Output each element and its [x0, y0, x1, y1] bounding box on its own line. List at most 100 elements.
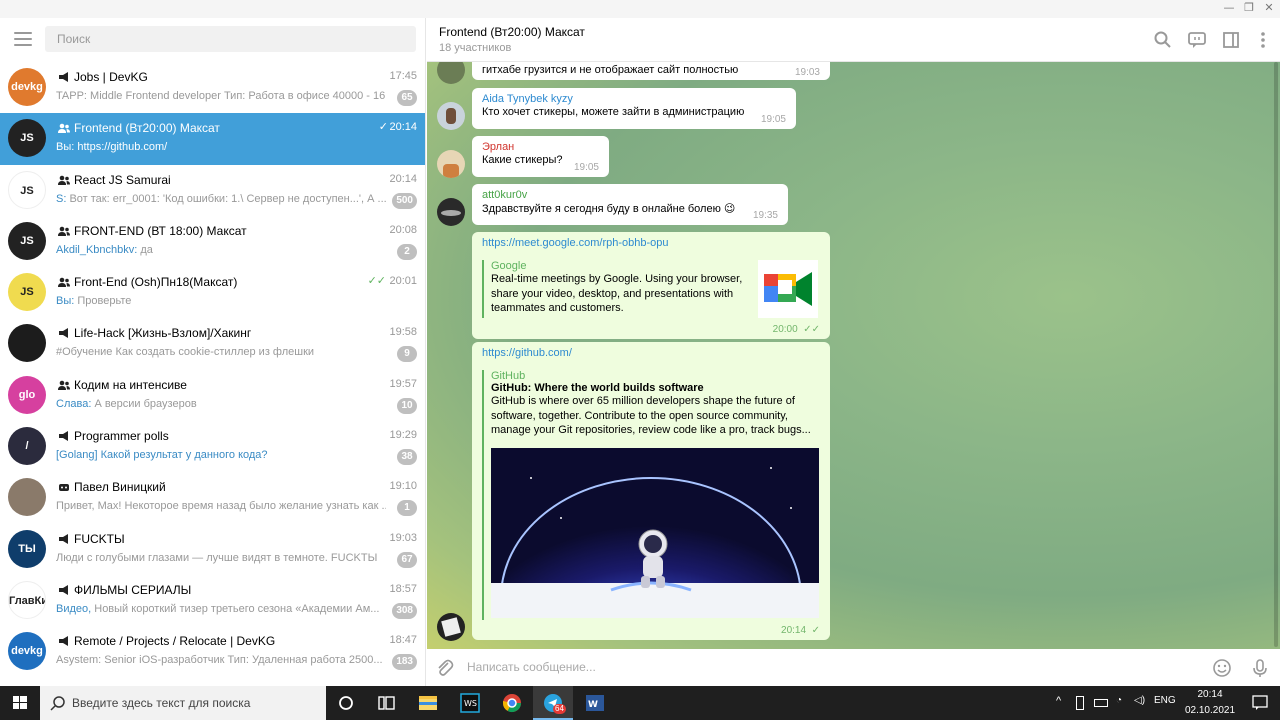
chat-list-item[interactable]: ТЫ FUCKТЫ 19:03 Люди с голубыми глазами — л…	[0, 524, 425, 575]
chat-avatar[interactable]: ТЫ	[8, 529, 46, 568]
chat-avatar[interactable]: JS	[8, 221, 46, 260]
message-link[interactable]: https://github.com/	[482, 347, 820, 359]
tray-time[interactable]: 20:14	[1192, 689, 1228, 700]
taskbar-search[interactable]	[40, 686, 326, 720]
message-link[interactable]: https://meet.google.com/rph-obhb-opu	[482, 237, 820, 249]
webstorm-icon[interactable]: WS	[450, 686, 490, 720]
chat-list-item[interactable]: devkg Remote / Projects / Relocate | DevK…	[0, 626, 425, 677]
message-author[interactable]: att0kur0v	[482, 189, 778, 201]
group-icon	[58, 277, 70, 288]
word-icon[interactable]: W	[575, 686, 615, 720]
message-time: 19:35	[752, 210, 778, 221]
github-preview-image[interactable]	[491, 448, 819, 618]
tray-wifi-icon[interactable]: ◔	[1116, 695, 1122, 706]
chat-name: Remote / Projects / Relocate | DevKG	[74, 634, 276, 649]
search-icon[interactable]	[1153, 30, 1173, 50]
message-bubble[interactable]: att0kur0v Здравствуйте я сегодня буду в …	[472, 184, 788, 225]
attach-icon[interactable]	[435, 658, 455, 678]
window-titlebar: — ❐ ✕	[0, 0, 1280, 18]
message-bubble[interactable]: Aida Tynybek kyzy Кто хочет стикеры, мож…	[472, 88, 796, 129]
tray-volume-icon[interactable]: ◁)	[1134, 695, 1145, 706]
channel-icon	[59, 328, 68, 339]
chat-time: 20:01	[389, 275, 417, 288]
chat-list-item[interactable]: JS React JS Samurai 20:14 S: Вот так: err_0…	[0, 165, 425, 216]
language-indicator[interactable]: ENG	[1154, 695, 1176, 706]
chat-time: 20:14	[389, 121, 417, 134]
sidebar-toggle-icon[interactable]	[1221, 30, 1241, 50]
telegram-taskbar-button[interactable]: 64	[533, 686, 573, 720]
link-preview[interactable]: Google Real-time meetings by Google. Usi…	[482, 260, 822, 318]
tray-chevron-icon[interactable]: ^	[1056, 695, 1061, 707]
chat-avatar[interactable]: JS	[8, 170, 46, 209]
search-icon	[50, 696, 65, 711]
minimize-button[interactable]: —	[1218, 0, 1240, 18]
message-text: гитхабе грузится и не отображает сайт по…	[482, 64, 739, 76]
preview-description: GitHub is where over 65 million develope…	[491, 395, 795, 407]
chat-title[interactable]: Frontend (Вт20:00) Максат	[439, 25, 585, 39]
chat-list-item[interactable]: devkg Jobs | DevKG 17:45 TAPP: Middle Front…	[0, 62, 425, 113]
chat-avatar[interactable]: JS	[8, 119, 46, 158]
chat-avatar[interactable]: /	[8, 427, 46, 466]
chat-list-item[interactable]: Life-Hack [Жизнь-Взлом]/Хакинг 19:58 #Обуч…	[0, 318, 425, 369]
tray-battery-icon[interactable]	[1094, 699, 1108, 707]
message-area[interactable]: гитхабе грузится и не отображает сайт по…	[427, 62, 1280, 649]
sender-avatar[interactable]	[437, 198, 465, 226]
chat-list-item[interactable]: JS Frontend (Вт20:00) Максат ✓ 20:14 Вы: htt…	[0, 113, 425, 165]
tray-usb-icon[interactable]	[1076, 696, 1084, 710]
windows-start-icon[interactable]	[0, 686, 40, 720]
message-author[interactable]: Aida Tynybek kyzy	[482, 93, 786, 105]
preview-site-name: GitHub	[491, 370, 526, 382]
chat-avatar[interactable]: devkg	[8, 68, 46, 106]
preview-author: Слава:	[56, 397, 95, 410]
chrome-icon[interactable]	[492, 686, 532, 720]
chat-list-item[interactable]: JS FRONT-END (ВТ 18:00) Максат 20:08 Akdil_…	[0, 216, 425, 267]
chat-preview: Asystem: Senior iOS-разработчик Тип: Уда…	[56, 654, 386, 666]
menu-icon[interactable]	[14, 32, 32, 46]
chat-list-item[interactable]: ГлавКиноФИЛЬМЫ СЕРИАЛЫ18:57Видео, Новый …	[0, 575, 425, 626]
taskbar-search-input[interactable]	[72, 694, 322, 712]
chat-preview: Привет, Max! Некоторое время назад было …	[56, 500, 386, 512]
chat-list-item[interactable]: / Programmer polls 19:29 [Golang] Какой рез…	[0, 421, 425, 472]
tray-date[interactable]: 02.10.2021	[1184, 705, 1236, 716]
chat-avatar[interactable]	[8, 324, 46, 363]
file-explorer-icon[interactable]	[408, 686, 448, 720]
emoji-icon[interactable]	[1212, 658, 1232, 678]
message-author[interactable]: Эрлан	[482, 141, 599, 153]
video-chat-icon[interactable]	[1187, 30, 1207, 50]
task-view-icon[interactable]	[366, 686, 406, 720]
link-preview[interactable]: GitHub GitHub: Where the world builds so…	[482, 370, 822, 620]
chat-avatar[interactable]: ГлавКино	[8, 580, 46, 619]
more-icon[interactable]	[1253, 30, 1273, 50]
read-check-icon: ✓✓	[803, 324, 820, 335]
telegram-unread-badge: 64	[553, 704, 566, 714]
message-bubble[interactable]: гитхабе грузится и не отображает сайт по…	[472, 62, 830, 80]
sender-avatar[interactable]	[437, 150, 465, 178]
preview-text: Вот так: err_0001: 'Код ошибки: 1.\ Серв…	[69, 192, 386, 205]
chat-list-item[interactable]: glo Кодим на интенсиве 19:57 Слава: А верси…	[0, 370, 425, 421]
chat-list-item[interactable]: JS Front-End (Osh)Пн18(Максат) ✓✓ 20:01 Вы: …	[0, 267, 425, 318]
read-check-icon: ✓✓	[367, 275, 386, 288]
chat-avatar[interactable]: JS	[8, 273, 46, 312]
channel-icon	[59, 431, 68, 442]
cortana-icon[interactable]	[326, 686, 366, 720]
chat-avatar[interactable]	[8, 478, 46, 517]
restore-button[interactable]: ❐	[1238, 0, 1260, 18]
message-bubble-outgoing[interactable]: https://github.com/ GitHub GitHub: Where…	[472, 342, 830, 640]
message-bubble-outgoing[interactable]: https://meet.google.com/rph-obhb-opu Goo…	[472, 232, 830, 339]
scrollbar[interactable]	[1274, 62, 1278, 647]
channel-icon	[59, 584, 68, 595]
read-check-icon: ✓	[811, 625, 820, 636]
chat-list-item[interactable]: Павел Виницкий 19:10 Привет, Max! Некоторо…	[0, 472, 425, 523]
sender-avatar[interactable]	[437, 62, 465, 84]
chat-avatar[interactable]: devkg	[8, 632, 46, 671]
message-bubble[interactable]: Эрлан Какие стикеры? 19:05	[472, 136, 609, 177]
notifications-icon[interactable]	[1240, 686, 1280, 720]
sender-avatar[interactable]	[437, 102, 465, 130]
microphone-icon[interactable]	[1250, 658, 1270, 678]
chat-avatar[interactable]: glo	[8, 375, 46, 414]
message-input[interactable]	[467, 657, 1167, 677]
search-input[interactable]	[45, 26, 416, 52]
close-button[interactable]: ✕	[1258, 0, 1280, 18]
unread-badge: 10	[397, 397, 417, 414]
sender-avatar[interactable]	[437, 613, 465, 641]
